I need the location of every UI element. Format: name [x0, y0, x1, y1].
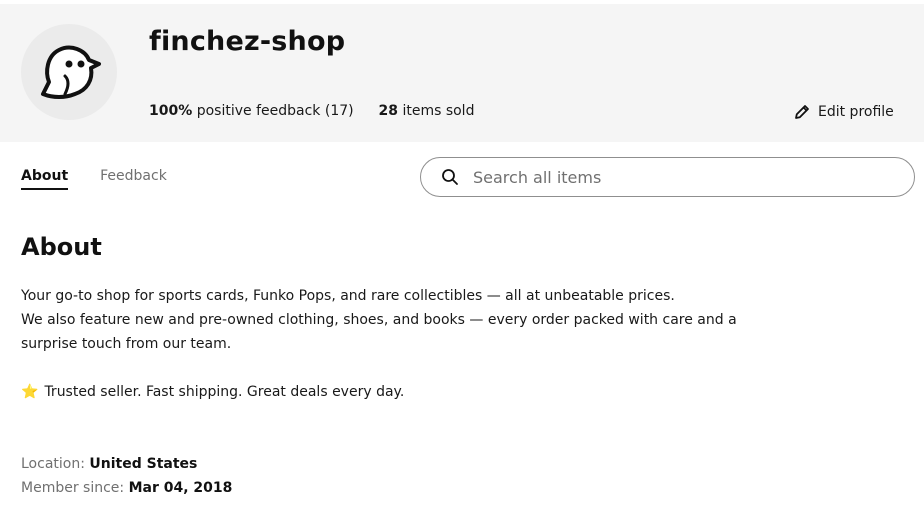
- location-value: United States: [89, 456, 198, 472]
- edit-profile-button[interactable]: Edit profile: [793, 103, 894, 121]
- seller-meta: Location: United States Member since: Ma…: [21, 452, 232, 500]
- seller-stats: 100% positive feedback (17) 28 items sol…: [149, 103, 474, 119]
- search-box[interactable]: [420, 157, 915, 197]
- edit-profile-label: Edit profile: [818, 104, 894, 120]
- member-since-value: Mar 04, 2018: [128, 480, 233, 496]
- description-line: Your go-to shop for sports cards, Funko …: [21, 288, 675, 304]
- search-icon: [442, 169, 458, 185]
- items-sold-label: items sold: [402, 103, 475, 119]
- avatar[interactable]: [21, 24, 117, 120]
- shop-name: finchez-shop: [149, 26, 346, 57]
- tagline-text: Trusted seller. Fast shipping. Great dea…: [44, 384, 405, 400]
- about-heading: About: [21, 233, 102, 261]
- bird-icon: [41, 45, 101, 99]
- tab-about[interactable]: About: [21, 168, 69, 190]
- tagline: ⭐ Trusted seller. Fast shipping. Great de…: [21, 380, 781, 404]
- profile-tabs: About Feedback: [21, 168, 167, 190]
- member-since-label: Member since:: [21, 480, 125, 496]
- location-row: Location: United States: [21, 452, 232, 476]
- member-since-row: Member since: Mar 04, 2018: [21, 476, 232, 500]
- items-sold-count: 28: [378, 103, 398, 119]
- positive-feedback-percent: 100%: [149, 103, 193, 119]
- search-input[interactable]: [473, 167, 873, 187]
- star-icon: ⭐: [21, 384, 39, 400]
- description-line: We also feature new and pre-owned clothi…: [21, 312, 737, 352]
- location-label: Location:: [21, 456, 85, 472]
- positive-feedback-label: positive feedback: [196, 103, 321, 119]
- profile-header: finchez-shop 100% positive feedback (17)…: [0, 4, 924, 142]
- about-description: Your go-to shop for sports cards, Funko …: [21, 284, 781, 404]
- pencil-icon: [795, 105, 809, 119]
- tab-feedback[interactable]: Feedback: [100, 168, 167, 190]
- feedback-count[interactable]: (17): [325, 103, 354, 119]
